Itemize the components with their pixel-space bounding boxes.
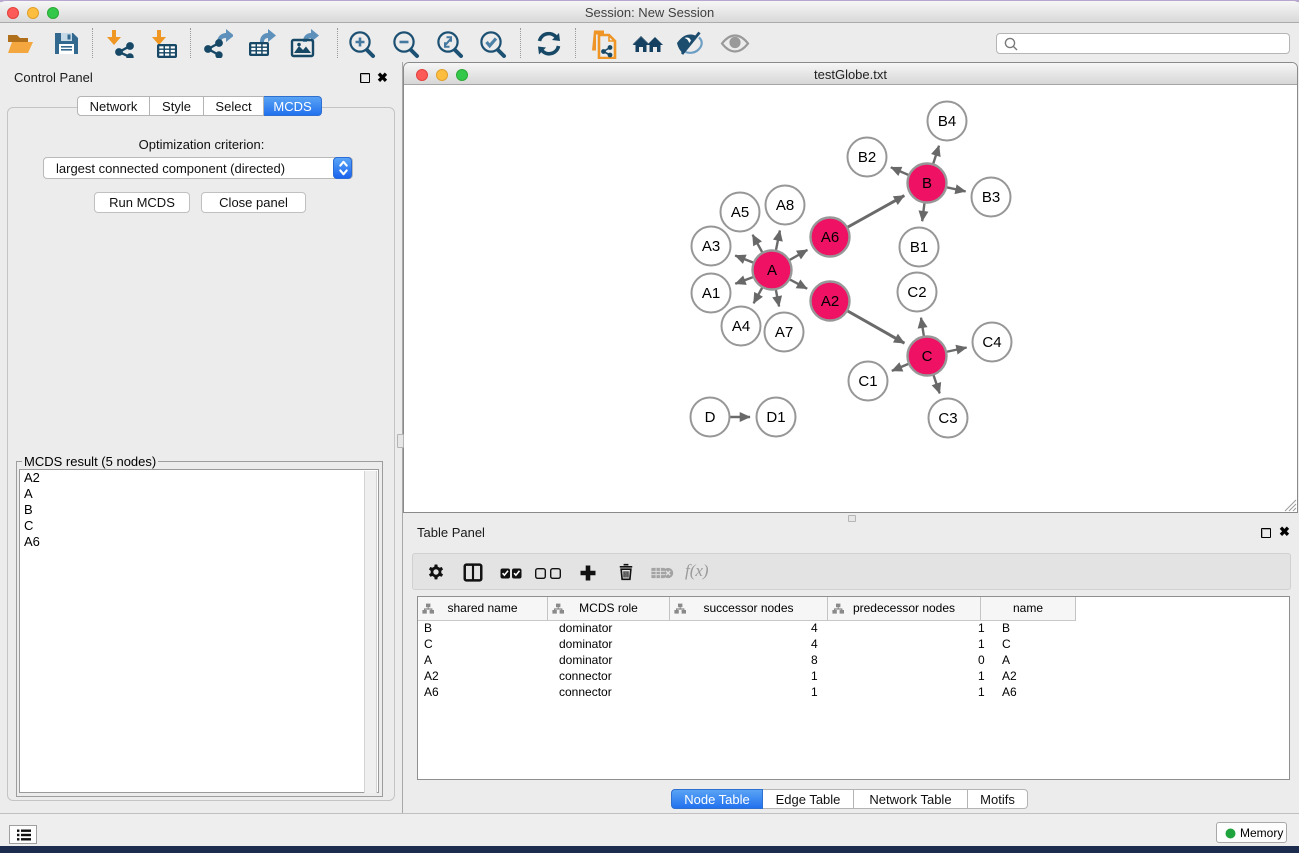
svg-text:A4: A4: [732, 318, 750, 335]
svg-text:B2: B2: [858, 149, 876, 166]
svg-text:B3: B3: [982, 189, 1000, 206]
svg-text:A6: A6: [821, 229, 839, 246]
svg-text:D1: D1: [766, 409, 785, 426]
svg-text:B4: B4: [938, 113, 956, 130]
svg-text:C: C: [922, 348, 933, 365]
svg-text:A1: A1: [702, 285, 720, 302]
svg-text:B1: B1: [910, 239, 928, 256]
svg-text:C4: C4: [982, 334, 1001, 351]
svg-text:A3: A3: [702, 238, 720, 255]
svg-text:A5: A5: [731, 204, 749, 221]
svg-text:A8: A8: [776, 197, 794, 214]
svg-text:C3: C3: [938, 410, 957, 427]
svg-text:C2: C2: [907, 284, 926, 301]
svg-text:A2: A2: [821, 293, 839, 310]
svg-text:A: A: [767, 262, 777, 279]
svg-text:C1: C1: [858, 373, 877, 390]
svg-text:B: B: [922, 175, 932, 192]
svg-text:A7: A7: [775, 324, 793, 341]
svg-text:D: D: [705, 409, 716, 426]
